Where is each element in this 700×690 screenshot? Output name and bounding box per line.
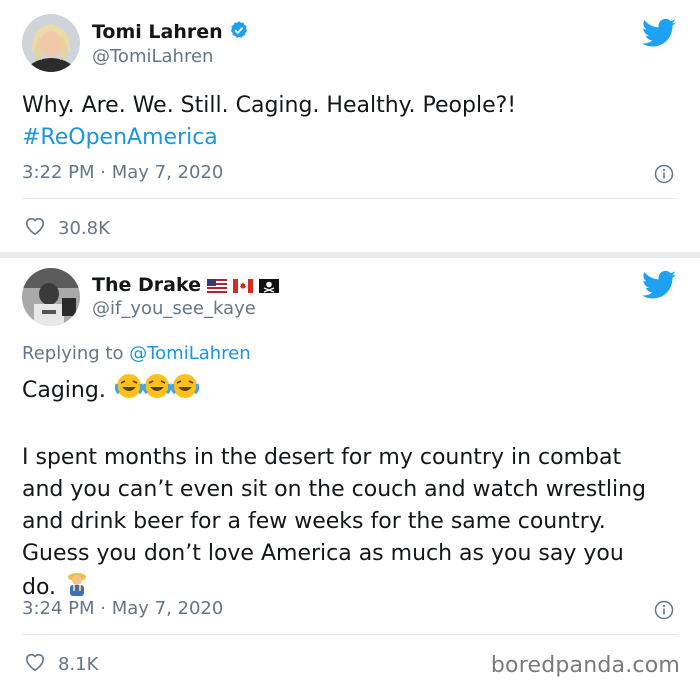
like-action[interactable]: 30.8K: [24, 216, 110, 241]
user-handle[interactable]: @TomiLahren: [92, 46, 213, 67]
us-flag-icon: [206, 278, 227, 293]
verified-badge-icon: [229, 20, 249, 44]
canada-flag-icon: [232, 278, 253, 293]
like-count: 8.1K: [58, 654, 99, 675]
pirate-flag-icon: [258, 278, 279, 293]
reply-prefix: Replying to: [22, 343, 124, 364]
divider: [22, 198, 678, 199]
avatar[interactable]: [22, 14, 80, 72]
like-count: 30.8K: [58, 218, 110, 239]
watermark: boredpanda.com: [490, 653, 680, 678]
like-action[interactable]: 8.1K: [24, 652, 98, 677]
reply-to-link[interactable]: @TomiLahren: [129, 343, 250, 364]
info-icon[interactable]: [654, 164, 674, 184]
twitter-bird-icon[interactable]: [642, 270, 676, 300]
avatar[interactable]: [22, 268, 80, 326]
tweet-card: The Drake @if_you_see_kaye Replying to @…: [0, 258, 700, 690]
timestamp[interactable]: 3:22 PM · May 7, 2020: [22, 162, 223, 183]
timestamp[interactable]: 3:24 PM · May 7, 2020: [22, 598, 223, 619]
heart-icon[interactable]: [24, 652, 46, 677]
tweet-card: Tomi Lahren @TomiLahren Why. Are. We. St…: [0, 0, 700, 252]
tweet-text-line: Why. Are. We. Still. Caging. Healthy. Pe…: [22, 93, 517, 118]
tweet-text: Caging. I spent months in the desert for…: [22, 372, 662, 606]
display-name[interactable]: Tomi Lahren: [92, 21, 223, 43]
tweet-text-line: Caging.: [22, 378, 106, 403]
divider: [22, 634, 678, 635]
tweet-body: I spent months in the desert for my coun…: [22, 445, 647, 600]
display-name[interactable]: The Drake: [92, 274, 201, 296]
tweet-text: Why. Are. We. Still. Caging. Healthy. Pe…: [22, 90, 662, 154]
heart-icon[interactable]: [24, 216, 46, 241]
hashtag-link[interactable]: #ReOpenAmerica: [22, 122, 662, 154]
reply-context: Replying to @TomiLahren: [22, 343, 251, 364]
user-handle[interactable]: @if_you_see_kaye: [92, 298, 256, 319]
twitter-bird-icon[interactable]: [642, 18, 676, 48]
info-icon[interactable]: [654, 600, 674, 620]
laughing-emoji-icon: [114, 372, 199, 410]
